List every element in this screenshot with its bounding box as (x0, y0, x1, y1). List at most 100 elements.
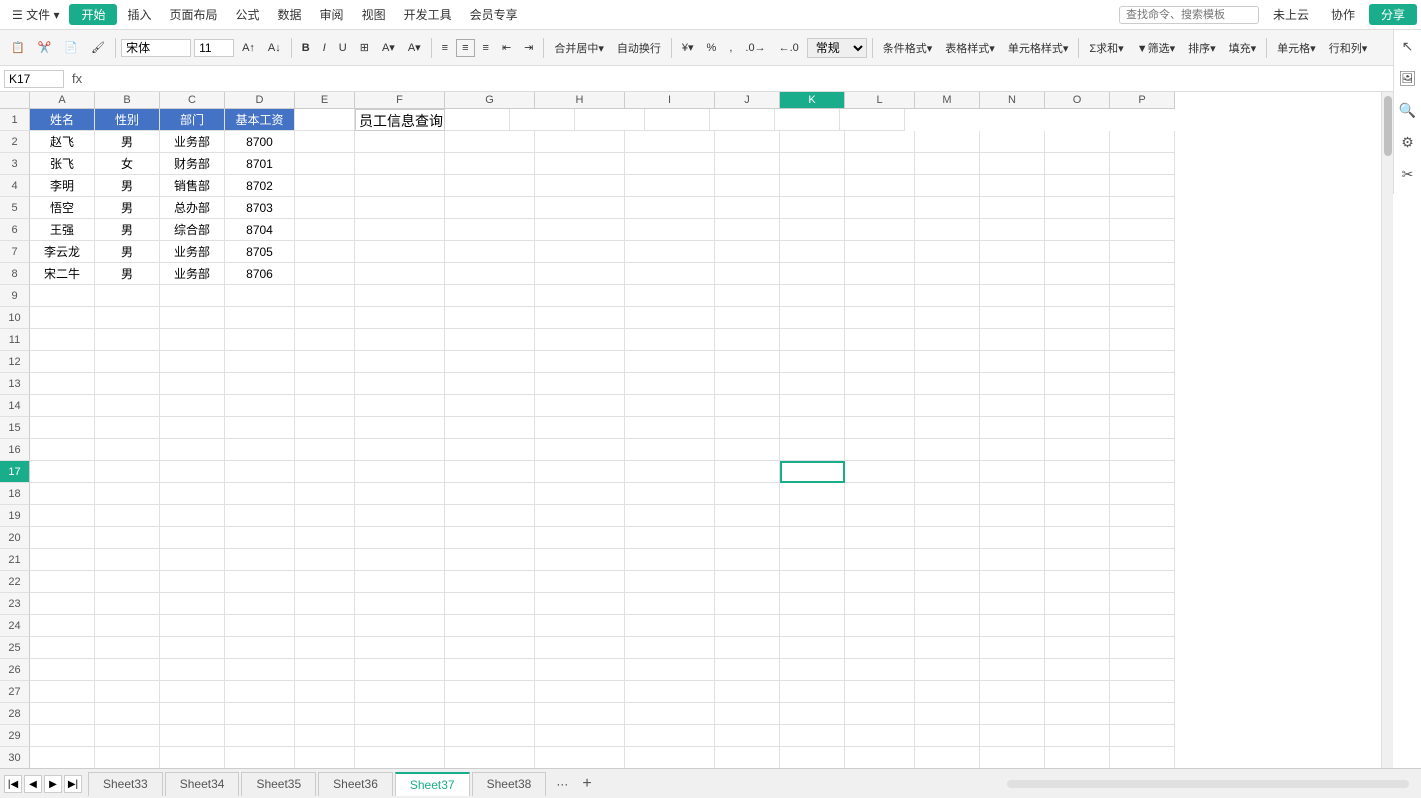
cell-G30[interactable] (445, 747, 535, 768)
cell-C5[interactable]: 总办部 (160, 197, 225, 219)
cell-O2[interactable] (1045, 131, 1110, 153)
cell-P19[interactable] (1110, 505, 1175, 527)
cell-L30[interactable] (845, 747, 915, 768)
cell-A27[interactable] (30, 681, 95, 703)
cell-L12[interactable] (845, 351, 915, 373)
cell-G29[interactable] (445, 725, 535, 747)
row-num-12[interactable]: 12 (0, 351, 30, 373)
cell-K15[interactable] (780, 417, 845, 439)
cell-L2[interactable] (845, 131, 915, 153)
cell-P14[interactable] (1110, 395, 1175, 417)
cell-N18[interactable] (980, 483, 1045, 505)
cell-J23[interactable] (715, 593, 780, 615)
row-num-18[interactable]: 18 (0, 483, 30, 505)
more-sheets-btn[interactable]: ··· (548, 775, 576, 793)
cell-B3[interactable]: 女 (95, 153, 160, 175)
sidebar-image-icon[interactable]: 🖼 (1398, 70, 1418, 90)
cell-L8[interactable] (845, 263, 915, 285)
cell-N14[interactable] (980, 395, 1045, 417)
cell-E13[interactable] (295, 373, 355, 395)
cell-B9[interactable] (95, 285, 160, 307)
cell-P1[interactable] (840, 109, 905, 131)
cell-H2[interactable] (535, 131, 625, 153)
cell-I30[interactable] (625, 747, 715, 768)
cell-L21[interactable] (845, 549, 915, 571)
menu-formula[interactable]: 公式 (228, 4, 268, 25)
cell-B19[interactable] (95, 505, 160, 527)
cell-B13[interactable] (95, 373, 160, 395)
cell-C1[interactable]: 部门 (160, 109, 225, 131)
cell-P17[interactable] (1110, 461, 1175, 483)
align-left-btn[interactable]: ≡ (437, 40, 453, 56)
cell-B14[interactable] (95, 395, 160, 417)
cell-B18[interactable] (95, 483, 160, 505)
cell-E14[interactable] (295, 395, 355, 417)
cell-N7[interactable] (980, 241, 1045, 263)
col-header-N[interactable]: N (980, 92, 1045, 108)
cell-D8[interactable]: 8706 (225, 263, 295, 285)
cell-O18[interactable] (1045, 483, 1110, 505)
cell-H10[interactable] (535, 307, 625, 329)
cell-B15[interactable] (95, 417, 160, 439)
cell-C26[interactable] (160, 659, 225, 681)
cell-J10[interactable] (715, 307, 780, 329)
cell-G5[interactable] (445, 197, 535, 219)
cell-G19[interactable] (445, 505, 535, 527)
cell-C9[interactable] (160, 285, 225, 307)
cell-E6[interactable] (295, 219, 355, 241)
cell-J17[interactable] (715, 461, 780, 483)
cell-D10[interactable] (225, 307, 295, 329)
cell-K21[interactable] (780, 549, 845, 571)
cell-M17[interactable] (915, 461, 980, 483)
indent-increase-btn[interactable]: ⇥ (519, 39, 538, 56)
cell-H8[interactable] (535, 263, 625, 285)
cell-D21[interactable] (225, 549, 295, 571)
cell-B27[interactable] (95, 681, 160, 703)
cell-O14[interactable] (1045, 395, 1110, 417)
cell-O16[interactable] (1045, 439, 1110, 461)
cell-M23[interactable] (915, 593, 980, 615)
menu-start-btn[interactable]: 开始 (69, 4, 117, 25)
cell-B12[interactable] (95, 351, 160, 373)
cell-L29[interactable] (845, 725, 915, 747)
cell-P12[interactable] (1110, 351, 1175, 373)
cell-D26[interactable] (225, 659, 295, 681)
cell-F8[interactable] (355, 263, 445, 285)
cell-E22[interactable] (295, 571, 355, 593)
cell-M25[interactable] (915, 637, 980, 659)
cell-O13[interactable] (1045, 373, 1110, 395)
col-header-A[interactable]: A (30, 92, 95, 108)
cell-L26[interactable] (845, 659, 915, 681)
cell-C7[interactable]: 业务部 (160, 241, 225, 263)
cell-J9[interactable] (715, 285, 780, 307)
decimal-increase-btn[interactable]: .0→ (740, 40, 770, 56)
cell-O27[interactable] (1045, 681, 1110, 703)
cell-G11[interactable] (445, 329, 535, 351)
cell-A15[interactable] (30, 417, 95, 439)
cell-A2[interactable]: 赵飞 (30, 131, 95, 153)
cell-B1[interactable]: 性别 (95, 109, 160, 131)
cell-L3[interactable] (845, 153, 915, 175)
cell-D18[interactable] (225, 483, 295, 505)
cell-H17[interactable] (535, 461, 625, 483)
cell-C16[interactable] (160, 439, 225, 461)
cell-P8[interactable] (1110, 263, 1175, 285)
cell-E2[interactable] (295, 131, 355, 153)
cell-D17[interactable] (225, 461, 295, 483)
cell-F17[interactable] (355, 461, 445, 483)
cell-B29[interactable] (95, 725, 160, 747)
cell-M14[interactable] (915, 395, 980, 417)
font-increase-btn[interactable]: A↑ (237, 40, 260, 56)
cell-O4[interactable] (1045, 175, 1110, 197)
cell-C19[interactable] (160, 505, 225, 527)
cell-G8[interactable] (445, 263, 535, 285)
cell-P28[interactable] (1110, 703, 1175, 725)
cell-F18[interactable] (355, 483, 445, 505)
cell-O11[interactable] (1045, 329, 1110, 351)
cell-E25[interactable] (295, 637, 355, 659)
cell-B21[interactable] (95, 549, 160, 571)
cell-E9[interactable] (295, 285, 355, 307)
row-num-7[interactable]: 7 (0, 241, 30, 263)
cell-N22[interactable] (980, 571, 1045, 593)
filter-btn[interactable]: ▼筛选▾ (1132, 38, 1180, 58)
